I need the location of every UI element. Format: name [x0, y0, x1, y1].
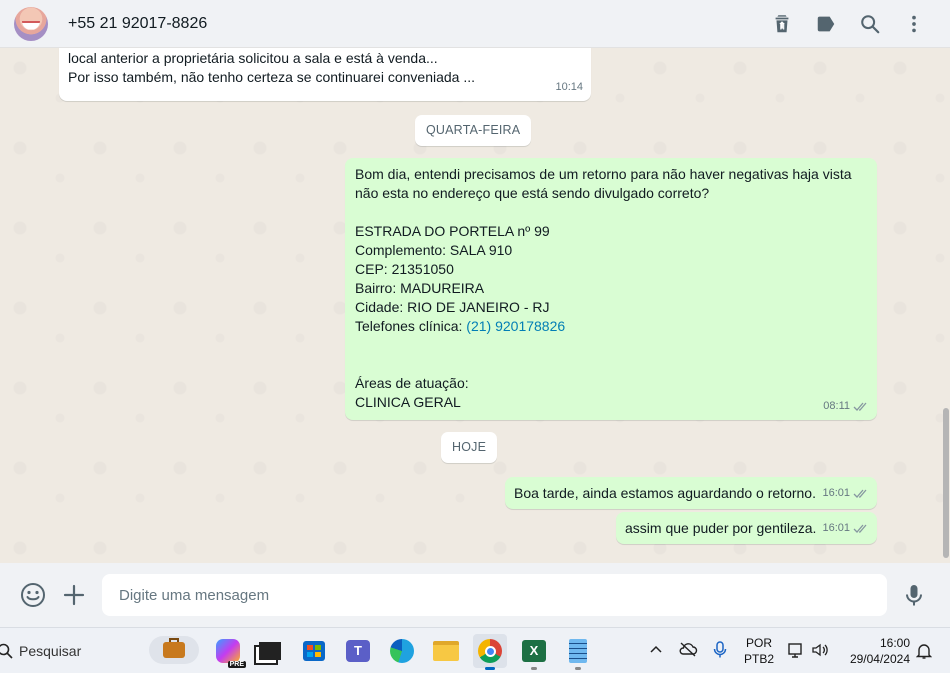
message-body: Bom dia, entendi precisamos de um retorn… [355, 166, 852, 334]
day-separator: QUARTA-FEIRA [415, 115, 532, 146]
store-app[interactable] [297, 634, 331, 668]
chat-scrollbar[interactable] [943, 408, 949, 558]
message-text: local anterior a proprietária solicitou … [68, 50, 476, 85]
phone-link[interactable]: (21) 920178826 [466, 318, 565, 334]
keyboard-layout: PTB2 [743, 652, 774, 666]
excel-icon: X [522, 640, 546, 662]
running-app-indicator [575, 667, 581, 670]
message-time: 16:01 [822, 487, 850, 499]
message-meta: 10:14 [555, 78, 583, 97]
notepad-icon [569, 639, 587, 663]
bell-icon [915, 644, 933, 659]
message-body-end: Áreas de atuação: CLINICA GERAL [355, 375, 469, 410]
task-view-app[interactable] [253, 634, 287, 668]
store-icon [303, 641, 325, 661]
trash-icon [775, 14, 789, 32]
plus-icon [63, 584, 85, 606]
read-ticks-icon [853, 402, 867, 411]
emoji-button[interactable] [13, 575, 53, 615]
copilot-icon: PRE [216, 639, 246, 668]
day-separator: HOJE [441, 432, 498, 463]
search-label: Pesquisar [19, 643, 82, 659]
header-actions [760, 2, 936, 46]
message-time: 08:11 [823, 400, 850, 412]
read-ticks-icon [853, 524, 867, 533]
chrome-icon [478, 639, 502, 663]
delete-chat-button[interactable] [760, 2, 804, 46]
chrome-app[interactable] [473, 634, 507, 670]
folder-icon [433, 641, 459, 661]
chevron-up-icon [650, 645, 662, 653]
onedrive-status[interactable] [678, 641, 698, 661]
microphone-icon [906, 585, 922, 606]
volume-icon [812, 643, 828, 657]
voice-message-button[interactable] [894, 575, 934, 615]
contact-name[interactable]: +55 21 92017-8826 [68, 15, 207, 33]
message-time: 10:14 [555, 81, 583, 93]
show-hidden-icons-button[interactable] [648, 642, 664, 662]
chat-area[interactable]: local anterior a proprietária solicitou … [0, 48, 950, 563]
file-explorer-app[interactable] [429, 634, 463, 668]
message-text: assim que puder por gentileza. [625, 520, 817, 536]
message-meta: 16:01 [822, 519, 869, 538]
clock[interactable]: 16:00 29/04/2024 [838, 635, 918, 667]
composer-bar [0, 563, 950, 627]
language-code: POR [745, 636, 772, 650]
notifications-button[interactable] [915, 642, 933, 664]
copilot-app[interactable]: PRE [211, 634, 246, 668]
emoji-icon [21, 583, 45, 607]
contact-avatar[interactable] [14, 6, 48, 41]
menu-button[interactable] [892, 2, 936, 46]
clock-time: 16:00 [879, 636, 910, 650]
teams-icon: T [346, 640, 370, 662]
label-chat-button[interactable] [804, 2, 848, 46]
more-vertical-icon [912, 15, 916, 32]
teams-app[interactable]: T [341, 634, 375, 668]
incoming-message[interactable]: local anterior a proprietária solicitou … [59, 48, 591, 101]
running-app-indicator [531, 667, 537, 670]
message-text: Bom dia, entendi precisamos de um retorn… [355, 165, 868, 412]
message-time: 16:01 [822, 522, 850, 534]
outgoing-message[interactable]: Boa tarde, ainda estamos aguardando o re… [505, 477, 877, 509]
search-icon [0, 643, 13, 659]
search-chat-button[interactable] [848, 2, 892, 46]
taskbar-search[interactable]: Pesquisar [0, 628, 200, 673]
quick-settings[interactable] [787, 641, 829, 659]
message-input[interactable] [102, 574, 887, 616]
outgoing-message[interactable]: assim que puder por gentileza. 16:01 [616, 512, 877, 544]
copilot-badge: PRE [227, 661, 246, 668]
windows-taskbar: Pesquisar PRE T X POR PTB2 16:00 29/04/2… [0, 627, 950, 673]
clock-date: 29/04/2024 [849, 652, 910, 666]
network-icon [788, 643, 802, 658]
cloud-offline-icon [679, 642, 698, 657]
attach-button[interactable] [54, 575, 94, 615]
message-meta: 08:11 [823, 397, 869, 416]
input-language[interactable]: POR PTB2 [742, 635, 776, 667]
label-icon [817, 16, 835, 31]
excel-app[interactable]: X [517, 634, 551, 670]
message-text: Boa tarde, ainda estamos aguardando o re… [514, 485, 816, 501]
microphone-status[interactable] [713, 641, 727, 663]
microphone-icon [713, 641, 727, 658]
message-meta: 16:01 [822, 484, 869, 503]
outgoing-message[interactable]: Bom dia, entendi precisamos de um retorn… [345, 158, 877, 420]
task-view-icon [259, 642, 281, 660]
notepad-app[interactable] [561, 634, 595, 670]
edge-app[interactable] [385, 634, 419, 668]
briefcase-icon [149, 636, 199, 664]
search-icon [861, 14, 880, 33]
read-ticks-icon [853, 489, 867, 498]
active-app-indicator [485, 667, 495, 670]
chat-header: +55 21 92017-8826 [0, 0, 950, 48]
edge-icon [390, 639, 414, 663]
